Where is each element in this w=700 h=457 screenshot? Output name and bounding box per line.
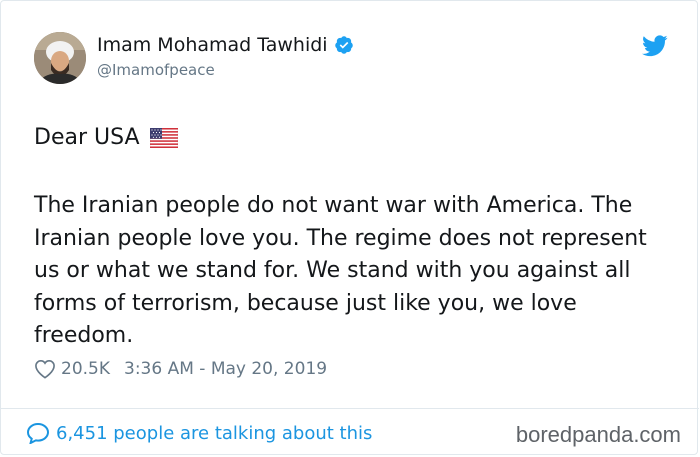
speech-bubble-icon <box>26 422 50 444</box>
greeting-text: Dear USA <box>34 125 140 150</box>
author-row: Imam Mohamad Tawhidi <box>97 34 354 56</box>
tweet-body: The Iranian people do not want war with … <box>34 193 647 348</box>
avatar[interactable] <box>34 32 86 84</box>
tweet-meta: 20.5K 3:36 AM - May 20, 2019 <box>34 359 327 379</box>
conversation-link[interactable]: 6,451 people are talking about this <box>26 422 372 444</box>
avatar-photo <box>34 32 86 84</box>
tweet-greeting: Dear USA <box>34 125 178 150</box>
like-count: 20.5K <box>61 359 110 379</box>
twitter-bird-icon[interactable] <box>642 35 668 57</box>
divider <box>1 408 699 409</box>
heart-icon[interactable] <box>34 359 56 379</box>
verified-badge-icon <box>334 36 353 54</box>
timestamp-link[interactable]: 3:36 AM - May 20, 2019 <box>124 359 327 379</box>
us-flag-icon <box>149 127 178 148</box>
talking-count: 6,451 people are talking about this <box>56 422 373 444</box>
watermark: boredpanda.com <box>515 422 681 447</box>
display-name[interactable]: Imam Mohamad Tawhidi <box>97 34 328 56</box>
tweet-card: Imam Mohamad Tawhidi @Imamofpeace Dear U… <box>0 0 699 455</box>
author-handle[interactable]: @Imamofpeace <box>97 61 215 79</box>
